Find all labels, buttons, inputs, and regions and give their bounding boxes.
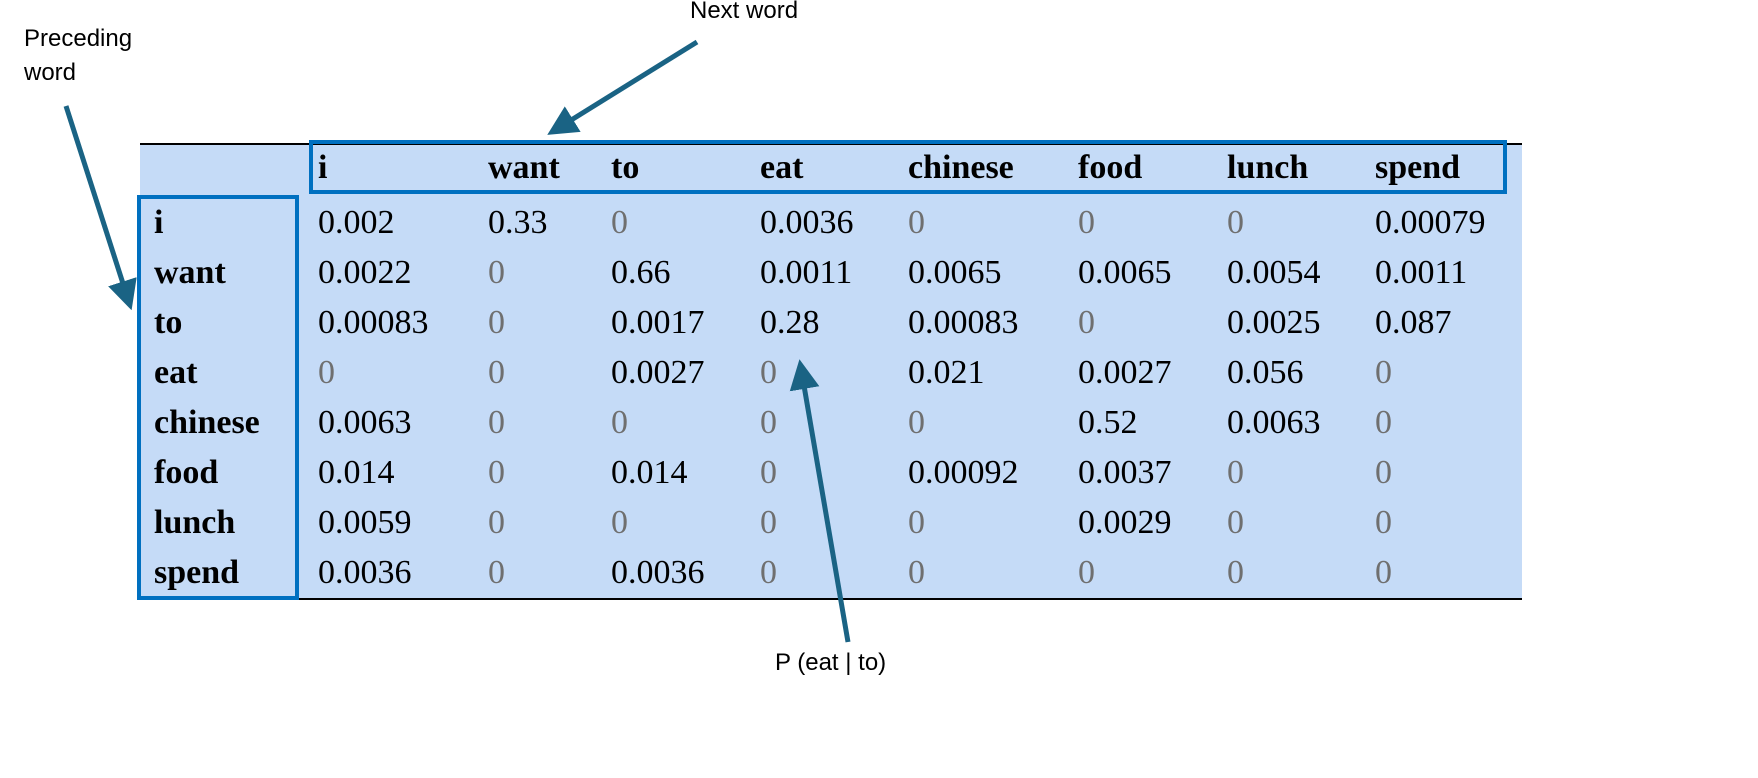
preceding-word-arrow	[63, 105, 137, 311]
probability-arrow	[789, 359, 851, 643]
arrows-layer	[63, 39, 851, 643]
next-word-arrow	[547, 39, 699, 135]
